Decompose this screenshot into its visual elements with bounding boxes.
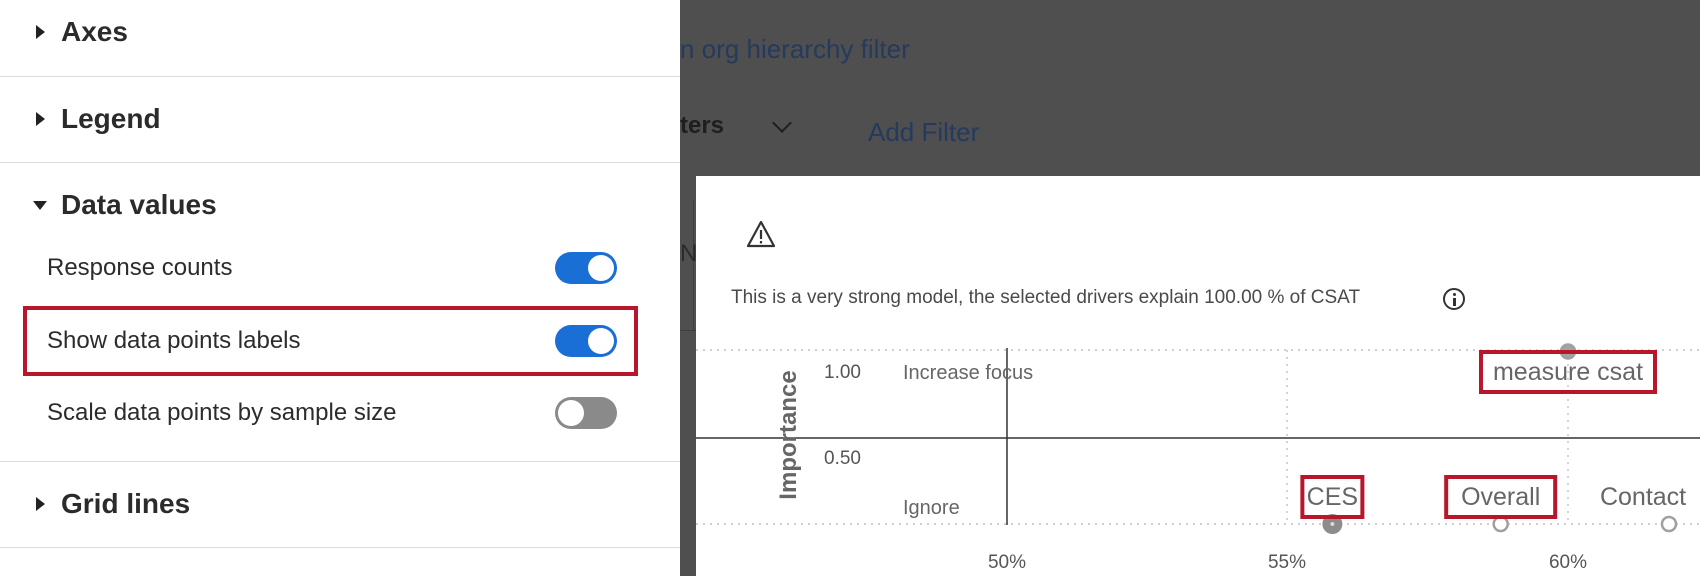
- section-title: Axes: [61, 16, 128, 47]
- data-point-center: [1330, 522, 1335, 526]
- x-tick-label: 60%: [1549, 552, 1587, 573]
- section-axes-header[interactable]: Axes: [0, 12, 128, 52]
- divider: [680, 330, 696, 331]
- chart-settings-panel: Axes Legend Data values Response counts …: [0, 0, 680, 576]
- section-title: Legend: [61, 103, 161, 134]
- org-hierarchy-filter-link[interactable]: n org hierarchy filter: [680, 34, 910, 65]
- warning-icon: [746, 220, 776, 248]
- option-label: Response counts: [47, 254, 233, 281]
- chevron-down-icon[interactable]: [772, 113, 792, 133]
- y-tick-label: 1.00: [824, 362, 861, 383]
- data-points-layer: measure csat CES Overall Contact: [1300, 343, 1686, 534]
- scale-data-points-toggle[interactable]: [555, 397, 617, 429]
- quadrant-label: Increase focus: [903, 362, 1033, 384]
- data-point-label: CES: [1307, 483, 1358, 511]
- divider: [0, 547, 680, 548]
- caret-right-icon: [36, 497, 45, 511]
- option-label: Scale data points by sample size: [47, 399, 397, 426]
- caret-right-icon: [36, 25, 45, 39]
- response-counts-toggle[interactable]: [555, 252, 617, 284]
- model-strength-text: This is a very strong model, the selecte…: [731, 287, 1361, 308]
- divider: [0, 76, 680, 77]
- option-scale-data-points: Scale data points by sample size: [0, 383, 680, 443]
- data-point[interactable]: [1492, 515, 1509, 533]
- data-point-label: measure csat: [1493, 358, 1643, 386]
- driver-scatter-chart: Importance 1.00 0.50 Increase focus Igno…: [696, 343, 1700, 573]
- quadrant-label: Ignore: [903, 497, 960, 519]
- data-point-label: Contact: [1600, 483, 1686, 511]
- filters-label: ters: [680, 112, 725, 139]
- y-tick-label: 0.50: [824, 448, 861, 469]
- option-response-counts: Response counts: [0, 238, 680, 298]
- x-tick-label: 50%: [988, 552, 1026, 573]
- divider: [0, 162, 680, 163]
- data-point[interactable]: [1660, 515, 1678, 533]
- y-axis-label: Importance: [775, 370, 802, 499]
- data-point-label: Overall: [1461, 483, 1540, 511]
- section-data-values-header[interactable]: Data values: [0, 185, 217, 225]
- section-title: Grid lines: [61, 488, 191, 519]
- section-grid-lines-header[interactable]: Grid lines: [0, 484, 190, 524]
- tab-fragment[interactable]: N: [680, 240, 697, 268]
- add-filter-link[interactable]: Add Filter: [868, 117, 979, 148]
- caret-right-icon: [36, 112, 45, 126]
- divider: [0, 461, 680, 462]
- info-icon[interactable]: [1443, 288, 1465, 310]
- section-legend-header[interactable]: Legend: [0, 99, 161, 139]
- section-title: Data values: [61, 189, 217, 220]
- highlight-box: [23, 306, 638, 376]
- caret-down-icon: [33, 200, 47, 210]
- toggle-knob: [588, 255, 614, 281]
- toggle-knob: [558, 400, 584, 426]
- x-tick-label: 55%: [1268, 552, 1306, 573]
